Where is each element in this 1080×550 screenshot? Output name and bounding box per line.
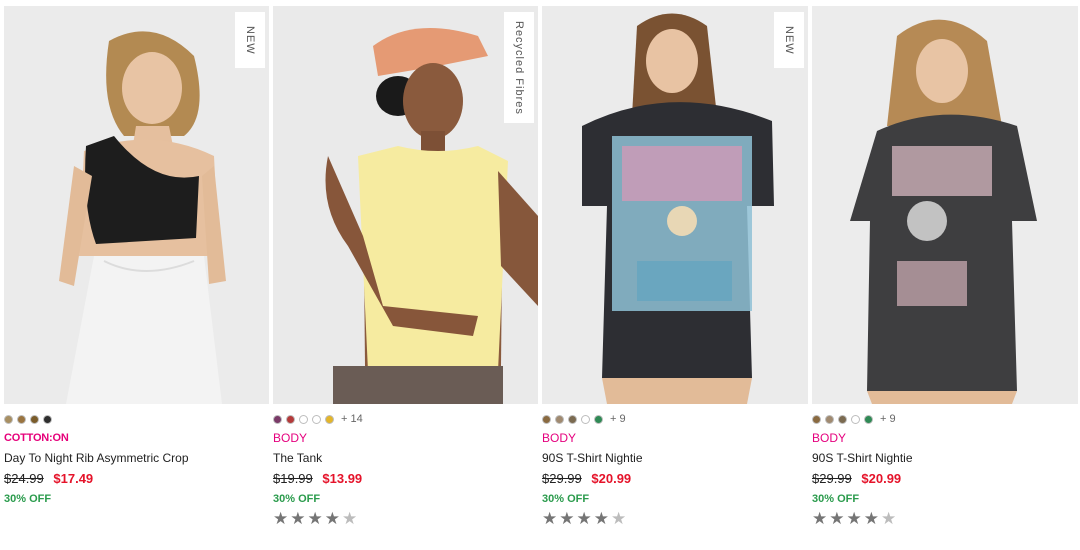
color-swatch[interactable] xyxy=(555,414,564,424)
sale-price: $17.49 xyxy=(53,471,94,486)
original-price: $29.99 xyxy=(812,471,852,486)
star-icon: ★ xyxy=(812,509,828,528)
color-swatch[interactable] xyxy=(4,414,13,424)
star-icon: ★ xyxy=(829,509,845,528)
product-name-link[interactable]: 90S T-Shirt Nightie xyxy=(812,450,1078,466)
original-price: $29.99 xyxy=(542,471,582,486)
product-image[interactable]: NEW xyxy=(542,6,808,404)
product-image[interactable]: NEW xyxy=(4,6,269,404)
star-icon: ★ xyxy=(307,509,323,528)
star-icon: ★ xyxy=(576,509,592,528)
product-card[interactable]: NEW COTTON:ON Day To Night Rib Asymmetri… xyxy=(4,6,269,546)
star-icon: ★ xyxy=(542,509,558,528)
product-badge: NEW xyxy=(235,12,265,68)
color-swatch[interactable] xyxy=(568,414,577,424)
sale-price: $13.99 xyxy=(322,471,363,486)
sale-price: $20.99 xyxy=(591,471,632,486)
color-swatch[interactable] xyxy=(325,414,334,424)
product-name-link[interactable]: Day To Night Rib Asymmetric Crop xyxy=(4,450,269,466)
color-swatches: + 9 xyxy=(812,412,1078,426)
color-swatch[interactable] xyxy=(542,414,551,424)
color-swatch[interactable] xyxy=(825,414,834,424)
half-star-icon: ★ xyxy=(611,509,627,528)
brand-label: COTTON:ON xyxy=(4,432,69,444)
color-swatch[interactable] xyxy=(851,414,860,424)
half-star-icon: ★ xyxy=(881,509,897,528)
discount-label: 30% OFF xyxy=(812,493,860,505)
model-illustration xyxy=(4,6,269,404)
model-illustration xyxy=(273,6,538,404)
rating-stars: ★ ★ ★ ★ ★ xyxy=(812,510,1078,528)
product-card[interactable]: NEW + 9 BODY 90S T-Shirt Nightie $29.99 … xyxy=(542,6,808,546)
rating-stars: ★ ★ ★ ★ ★ xyxy=(542,510,808,528)
price-row: $29.99 $20.99 xyxy=(542,470,808,488)
price-row: $19.99 $13.99 xyxy=(273,470,538,488)
product-card[interactable]: + 9 BODY 90S T-Shirt Nightie $29.99 $20.… xyxy=(812,6,1078,546)
star-icon: ★ xyxy=(290,509,306,528)
product-card[interactable]: Recycled Fibres + 14 BODY The Tank $19.9… xyxy=(273,6,538,546)
price-row: $24.99 $17.49 xyxy=(4,470,269,488)
sale-price: $20.99 xyxy=(861,471,902,486)
more-colors-count[interactable]: + 9 xyxy=(610,413,626,425)
model-illustration xyxy=(812,6,1078,404)
discount-label: 30% OFF xyxy=(542,493,590,505)
brand-label: BODY xyxy=(812,431,847,445)
color-swatch[interactable] xyxy=(838,414,847,424)
color-swatch[interactable] xyxy=(43,414,52,424)
color-swatch[interactable] xyxy=(30,414,39,424)
more-colors-count[interactable]: + 14 xyxy=(341,413,363,425)
color-swatches: + 9 xyxy=(542,412,808,426)
color-swatch[interactable] xyxy=(299,414,308,424)
star-icon: ★ xyxy=(324,509,340,528)
star-icon: ★ xyxy=(846,509,862,528)
discount-label: 30% OFF xyxy=(4,493,52,505)
product-name-link[interactable]: 90S T-Shirt Nightie xyxy=(542,450,808,466)
product-grid: NEW COTTON:ON Day To Night Rib Asymmetri… xyxy=(0,0,1080,550)
color-swatch[interactable] xyxy=(812,414,821,424)
price-row: $29.99 $20.99 xyxy=(812,470,1078,488)
product-badge: NEW xyxy=(774,12,804,68)
more-colors-count[interactable]: + 9 xyxy=(880,413,896,425)
color-swatch[interactable] xyxy=(17,414,26,424)
brand-label: BODY xyxy=(273,431,308,445)
color-swatches xyxy=(4,412,269,426)
color-swatch[interactable] xyxy=(286,414,295,424)
original-price: $19.99 xyxy=(273,471,313,486)
color-swatches: + 14 xyxy=(273,412,538,426)
product-image[interactable]: Recycled Fibres xyxy=(273,6,538,404)
rating-stars: ★ ★ ★ ★ ★ xyxy=(273,510,538,528)
color-swatch[interactable] xyxy=(273,414,282,424)
star-icon: ★ xyxy=(593,509,609,528)
brand-label: BODY xyxy=(542,431,577,445)
product-badge: Recycled Fibres xyxy=(504,12,534,123)
star-icon: ★ xyxy=(273,509,289,528)
half-star-icon: ★ xyxy=(342,509,358,528)
color-swatch[interactable] xyxy=(581,414,590,424)
discount-label: 30% OFF xyxy=(273,493,321,505)
original-price: $24.99 xyxy=(4,471,44,486)
star-icon: ★ xyxy=(863,509,879,528)
product-name-link[interactable]: The Tank xyxy=(273,450,538,466)
color-swatch[interactable] xyxy=(864,414,873,424)
color-swatch[interactable] xyxy=(312,414,321,424)
color-swatch[interactable] xyxy=(594,414,603,424)
model-illustration xyxy=(542,6,808,404)
star-icon: ★ xyxy=(559,509,575,528)
product-image[interactable] xyxy=(812,6,1078,404)
